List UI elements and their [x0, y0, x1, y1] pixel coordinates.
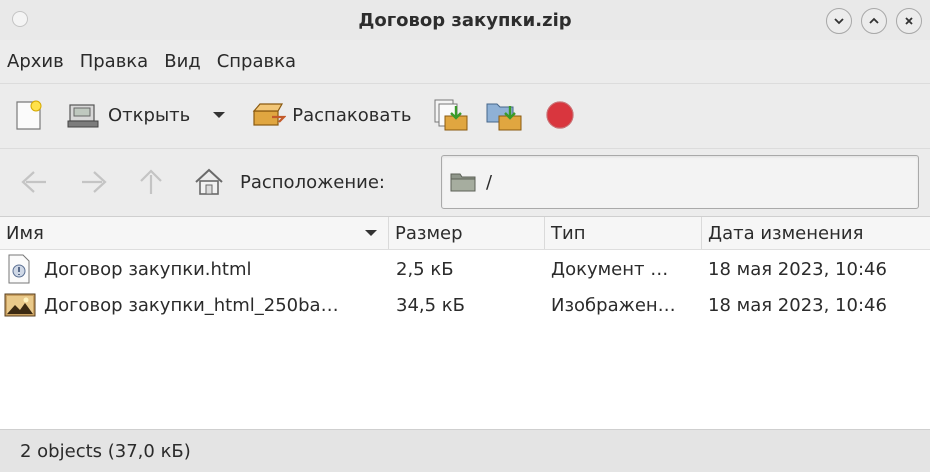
file-list: Имя Размер Тип Дата изменения Договор за… — [0, 216, 930, 429]
location-field[interactable]: / — [441, 155, 919, 209]
menu-view[interactable]: Вид — [157, 51, 210, 72]
sort-descending-icon — [365, 230, 377, 236]
add-folder-icon — [486, 103, 522, 131]
file-size: 2,5 кБ — [396, 258, 454, 280]
column-modified-label: Дата изменения — [708, 222, 864, 244]
column-header-size[interactable]: Размер — [389, 217, 545, 249]
title-bar: Договор закупки.zip — [0, 0, 930, 40]
menu-bar: Архив Правка Вид Справка — [0, 42, 930, 80]
menu-help[interactable]: Справка — [210, 51, 305, 72]
forward-arrow-icon — [82, 171, 107, 193]
open-button[interactable]: Открыть — [66, 93, 190, 137]
chevron-down-icon — [834, 18, 844, 25]
new-archive-button[interactable] — [12, 93, 46, 137]
home-button[interactable] — [192, 160, 226, 204]
back-button[interactable] — [16, 160, 50, 204]
image-file-icon — [4, 293, 36, 317]
up-arrow-icon — [140, 169, 162, 194]
column-header-name[interactable]: Имя — [0, 217, 389, 249]
add-folder-button[interactable] — [485, 93, 523, 137]
home-icon — [195, 168, 223, 195]
open-archive-icon — [67, 104, 99, 128]
table-row[interactable]: Договор закупки.html 2,5 кБ Документ … 1… — [0, 251, 930, 287]
add-files-icon — [434, 99, 468, 131]
minimize-button[interactable] — [826, 8, 852, 34]
location-path: / — [486, 171, 493, 193]
file-type: Изображен… — [551, 294, 676, 316]
file-icon-cell — [4, 287, 36, 323]
dropdown-arrow-icon — [213, 112, 226, 118]
extract-label: Распаковать — [292, 104, 412, 126]
new-archive-icon — [16, 100, 42, 130]
file-modified: 18 мая 2023, 10:46 — [708, 294, 887, 316]
html-document-icon — [8, 254, 30, 284]
column-name-label: Имя — [6, 222, 44, 244]
stop-button[interactable] — [545, 93, 575, 137]
column-header-type[interactable]: Тип — [545, 217, 702, 249]
forward-button[interactable] — [78, 160, 112, 204]
menu-edit[interactable]: Правка — [73, 51, 158, 72]
stop-icon — [546, 101, 575, 129]
window-menu-dot[interactable] — [12, 11, 28, 27]
status-text: 2 objects (37,0 кБ) — [20, 440, 191, 462]
open-label: Открыть — [108, 104, 191, 126]
extract-button[interactable]: Распаковать — [248, 93, 411, 137]
file-size: 34,5 кБ — [396, 294, 466, 316]
file-name: Договор закупки_html_250ba… — [44, 294, 339, 316]
file-modified: 18 мая 2023, 10:46 — [708, 258, 887, 280]
location-label: Расположение: — [240, 171, 385, 193]
column-size-label: Размер — [395, 222, 463, 244]
file-type: Документ … — [551, 258, 669, 280]
window-title: Договор закупки.zip — [358, 9, 572, 31]
folder-icon — [450, 173, 476, 192]
column-type-label: Тип — [551, 222, 586, 244]
extract-icon — [252, 103, 287, 126]
list-header: Имя Размер Тип Дата изменения — [0, 217, 930, 250]
add-files-button[interactable] — [431, 93, 469, 137]
maximize-button[interactable] — [861, 8, 887, 34]
close-button[interactable] — [896, 8, 922, 34]
table-row[interactable]: Договор закупки_html_250ba… 34,5 кБ Изоб… — [0, 287, 930, 323]
status-bar: 2 objects (37,0 кБ) — [0, 429, 930, 472]
close-icon — [905, 17, 913, 25]
menu-archive[interactable]: Архив — [0, 51, 73, 72]
file-icon-cell — [6, 251, 36, 287]
window-controls — [826, 8, 922, 34]
open-dropdown-button[interactable] — [212, 93, 226, 137]
column-header-modified[interactable]: Дата изменения — [702, 217, 930, 249]
location-bar: Расположение: / — [0, 148, 930, 215]
chevron-up-icon — [869, 17, 879, 24]
up-button[interactable] — [136, 160, 166, 204]
back-arrow-icon — [21, 171, 46, 193]
file-name: Договор закупки.html — [44, 258, 252, 280]
toolbar: Открыть Распаковать — [0, 83, 930, 146]
